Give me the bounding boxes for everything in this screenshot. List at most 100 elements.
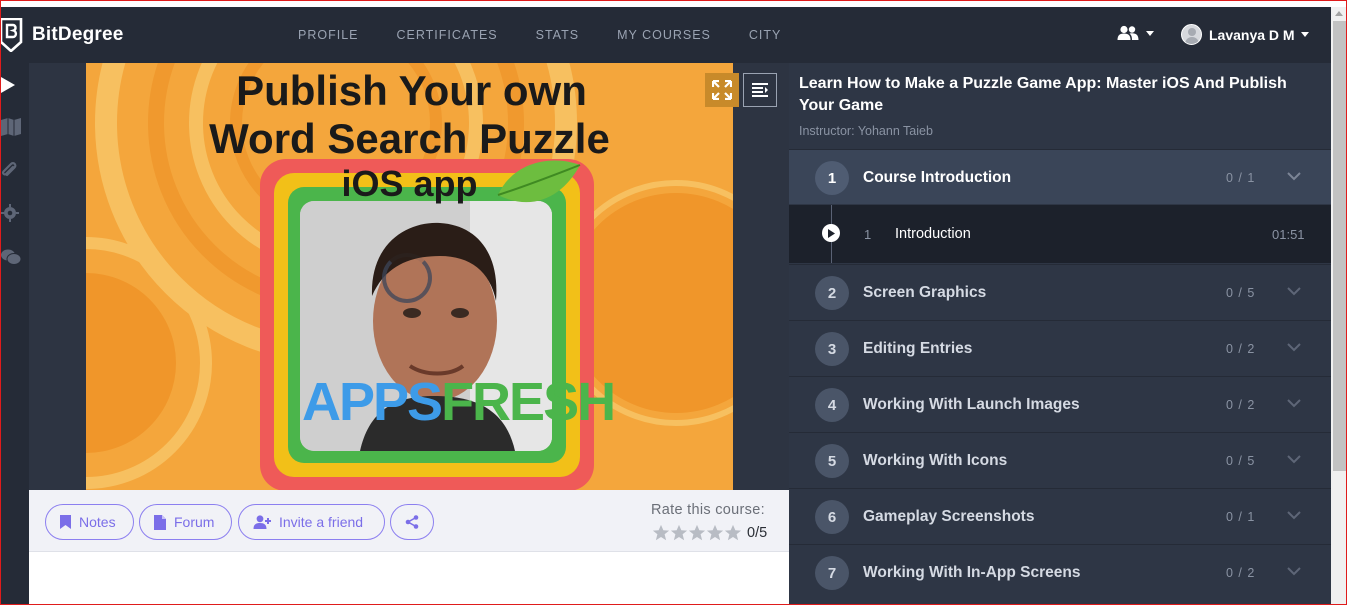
chevron-down-icon <box>1146 30 1154 36</box>
playlist-icon <box>752 83 768 97</box>
section-number: 7 <box>815 556 849 590</box>
nav-item-profile[interactable]: PROFILE <box>298 28 359 42</box>
user-menu[interactable]: Lavanya D M <box>1181 24 1309 45</box>
lesson-number: 1 <box>864 227 872 242</box>
rail-item-materials[interactable] <box>1 107 29 147</box>
brand-name: BitDegree <box>32 24 124 45</box>
chevron-down-icon <box>1287 343 1301 352</box>
section-title: Editing Entries <box>863 340 973 357</box>
star-icon[interactable] <box>670 524 688 542</box>
share-icon <box>405 515 419 529</box>
invite-friend-button[interactable]: Invite a friend <box>238 504 385 540</box>
friends-menu[interactable] <box>1117 25 1154 41</box>
section-progress: 0 / 2 <box>1226 398 1256 412</box>
section-5[interactable]: 5 Working With Icons 0 / 5 <box>789 432 1331 487</box>
section-number: 4 <box>815 388 849 422</box>
share-button[interactable] <box>390 504 434 540</box>
video-title-line3: iOS app <box>341 163 478 204</box>
section-4[interactable]: 4 Working With Launch Images 0 / 2 <box>789 376 1331 431</box>
chevron-down-icon <box>1287 287 1301 296</box>
users-icon <box>1117 25 1139 40</box>
forum-button[interactable]: Forum <box>139 504 232 540</box>
play-circle-icon <box>822 224 840 242</box>
lesson-duration: 01:51 <box>1272 227 1305 242</box>
forum-label: Forum <box>174 514 215 530</box>
user-name: Lavanya D M <box>1209 26 1295 43</box>
brand[interactable]: BitDegree <box>1 17 124 53</box>
logo-part-apps: APPS <box>302 372 443 432</box>
rail-item-settings[interactable] <box>1 193 29 233</box>
star-icon[interactable] <box>706 524 724 542</box>
section-title: Course Introduction <box>863 169 1012 186</box>
star-icon[interactable] <box>724 524 742 542</box>
document-icon <box>154 514 166 530</box>
section-progress: 0 / 5 <box>1226 286 1256 300</box>
instructor-name: Instructor: Yohann Taieb <box>799 124 933 138</box>
course-action-bar: Notes Forum Invite a friend Rate this co… <box>29 490 789 552</box>
logo-part-fresh: FRESH <box>441 372 616 432</box>
fullscreen-button[interactable] <box>705 73 739 107</box>
chat-icon <box>1 249 21 265</box>
video-thumbnail[interactable]: Publish Your own Word Search Puzzle iOS … <box>86 63 733 490</box>
appsfresh-logo: APPSFRESH <box>302 371 616 433</box>
content-area <box>29 552 789 604</box>
left-rail <box>1 63 29 604</box>
notes-label: Notes <box>79 514 116 530</box>
section-progress: 0 / 1 <box>1226 510 1256 524</box>
lesson-title: Introduction <box>895 226 971 242</box>
section-number: 6 <box>815 500 849 534</box>
section-title: Working With Icons <box>863 452 1008 469</box>
section-progress: 0 / 2 <box>1226 342 1256 356</box>
section-title: Working With In-App Screens <box>863 564 1081 581</box>
page-scrollbar[interactable] <box>1331 7 1346 604</box>
video-title-line1: Publish Your own <box>236 67 587 114</box>
nav-item-city[interactable]: CITY <box>749 28 781 42</box>
section-2[interactable]: 2 Screen Graphics 0 / 5 <box>789 264 1331 319</box>
expand-icon <box>712 80 732 100</box>
loading-spinner-icon <box>382 253 432 303</box>
avatar <box>1181 24 1202 45</box>
scroll-up-arrow-icon[interactable] <box>1335 11 1343 16</box>
section-title: Working With Launch Images <box>863 396 1080 413</box>
course-title: Learn How to Make a Puzzle Game App: Mas… <box>799 75 1287 114</box>
toggle-playlist-button[interactable] <box>743 73 777 107</box>
chevron-down-icon <box>1300 32 1309 37</box>
rating-value: 0/5 <box>747 525 768 541</box>
rail-item-lessons[interactable] <box>1 65 29 105</box>
lesson-row-active[interactable]: 1 Introduction 01:51 <box>789 205 1331 263</box>
bookmark-icon <box>60 515 71 529</box>
chevron-down-icon <box>1287 567 1301 576</box>
scrollbar-thumb[interactable] <box>1333 21 1346 471</box>
video-title-line2: Word Search Puzzle <box>209 115 610 162</box>
main-nav: PROFILE CERTIFICATES STATS MY COURSES CI… <box>281 7 819 63</box>
section-7[interactable]: 7 Working With In-App Screens 0 / 2 <box>789 544 1331 599</box>
section-number: 1 <box>815 161 849 195</box>
chevron-down-icon <box>1287 399 1301 408</box>
chevron-down-icon <box>1287 511 1301 520</box>
section-number: 5 <box>815 444 849 478</box>
rail-item-discussions[interactable] <box>1 237 29 277</box>
video-player[interactable]: Publish Your own Word Search Puzzle iOS … <box>29 63 789 490</box>
add-user-icon <box>253 515 271 529</box>
top-navbar: BitDegree PROFILE CERTIFICATES STATS MY … <box>1 7 1331 63</box>
nav-item-my-courses[interactable]: MY COURSES <box>617 28 711 42</box>
section-number: 2 <box>815 276 849 310</box>
notes-button[interactable]: Notes <box>45 504 134 540</box>
nav-item-stats[interactable]: STATS <box>536 28 579 42</box>
rate-course-label: Rate this course: <box>651 502 765 518</box>
section-6[interactable]: 6 Gameplay Screenshots 0 / 1 <box>789 488 1331 543</box>
star-icon[interactable] <box>652 524 670 542</box>
section-number: 3 <box>815 332 849 366</box>
course-curriculum-panel: Learn How to Make a Puzzle Game App: Mas… <box>789 63 1331 604</box>
section-3[interactable]: 3 Editing Entries 0 / 2 <box>789 320 1331 375</box>
invite-label: Invite a friend <box>279 514 364 530</box>
bitdegree-logo-icon <box>1 18 23 52</box>
nav-item-certificates[interactable]: CERTIFICATES <box>397 28 498 42</box>
section-progress: 0 / 5 <box>1226 454 1256 468</box>
star-icon[interactable] <box>688 524 706 542</box>
section-progress: 0 / 1 <box>1226 171 1256 185</box>
gear-icon <box>1 204 19 222</box>
section-1[interactable]: 1 Course Introduction 0 / 1 <box>789 149 1331 204</box>
rail-item-attachments[interactable] <box>1 151 29 191</box>
browser-frame: BitDegree PROFILE CERTIFICATES STATS MY … <box>0 0 1347 605</box>
